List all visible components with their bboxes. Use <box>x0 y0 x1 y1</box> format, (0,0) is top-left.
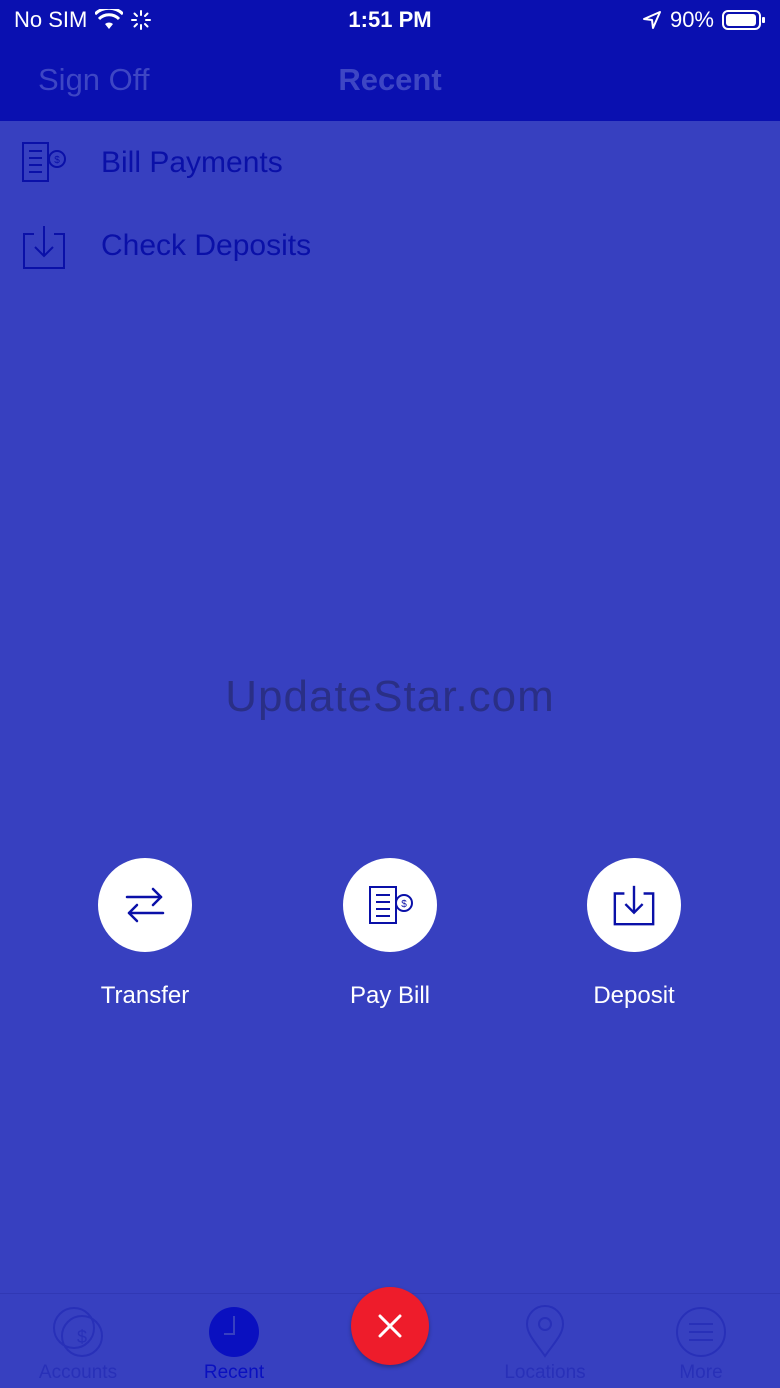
pay-bill-button[interactable]: $ Pay Bill <box>300 858 480 1010</box>
deposit-tray-icon <box>613 885 655 926</box>
bill-payment-icon: $ <box>369 886 413 924</box>
deposit-button[interactable]: Deposit <box>544 858 724 1010</box>
recent-item-bill-payments[interactable]: $ Bill Payments <box>0 121 780 204</box>
location-pin-icon <box>525 1305 565 1358</box>
transfer-arrows-icon <box>125 887 165 923</box>
watermark: UpdateStar.com <box>225 672 555 721</box>
deposit-circle <box>587 858 681 952</box>
tab-more[interactable]: More <box>631 1304 771 1384</box>
recent-item-label: Check Deposits <box>101 228 312 262</box>
svg-text:$: $ <box>401 899 407 910</box>
svg-text:$: $ <box>77 1327 87 1347</box>
battery-icon <box>722 10 765 30</box>
transfer-label: Transfer <box>100 982 190 1009</box>
tab-label: Recent <box>203 1362 265 1383</box>
tab-recent[interactable]: Recent <box>164 1304 304 1384</box>
tab-label: Accounts <box>38 1362 118 1383</box>
page-title: Recent <box>338 62 442 97</box>
transfer-circle <box>98 858 192 952</box>
clock-icon <box>209 1307 259 1357</box>
recent-item-label: Bill Payments <box>101 145 283 179</box>
close-button[interactable] <box>351 1287 429 1365</box>
pay-bill-circle: $ <box>343 858 437 952</box>
tab-accounts[interactable]: $ Accounts <box>8 1304 148 1384</box>
status-bar: No SIM 1:51 PM 90% <box>0 0 780 40</box>
menu-icon <box>676 1307 726 1357</box>
battery-percent: 90% <box>669 7 714 32</box>
coins-icon: $ <box>53 1307 103 1357</box>
navigation-bar: Sign Off Recent <box>0 40 780 121</box>
location-arrow-icon <box>642 11 661 29</box>
tab-label: Locations <box>504 1362 586 1383</box>
deposit-tray-icon <box>23 226 65 269</box>
quick-actions: Transfer $ Pay Bill Deposit <box>0 858 780 1018</box>
deposit-label: Deposit <box>593 982 675 1009</box>
tab-label: More <box>679 1362 723 1383</box>
bill-payment-icon: $ <box>22 142 66 182</box>
svg-text:$: $ <box>54 155 60 166</box>
recent-list: $ Bill Payments Check Deposits <box>0 121 780 287</box>
status-right: 90% <box>642 7 766 33</box>
close-icon <box>378 1314 402 1338</box>
recent-item-check-deposits[interactable]: Check Deposits <box>0 204 780 287</box>
pay-bill-label: Pay Bill <box>349 982 431 1009</box>
transfer-button[interactable]: Transfer <box>55 858 235 1010</box>
tab-locations[interactable]: Locations <box>475 1304 615 1384</box>
